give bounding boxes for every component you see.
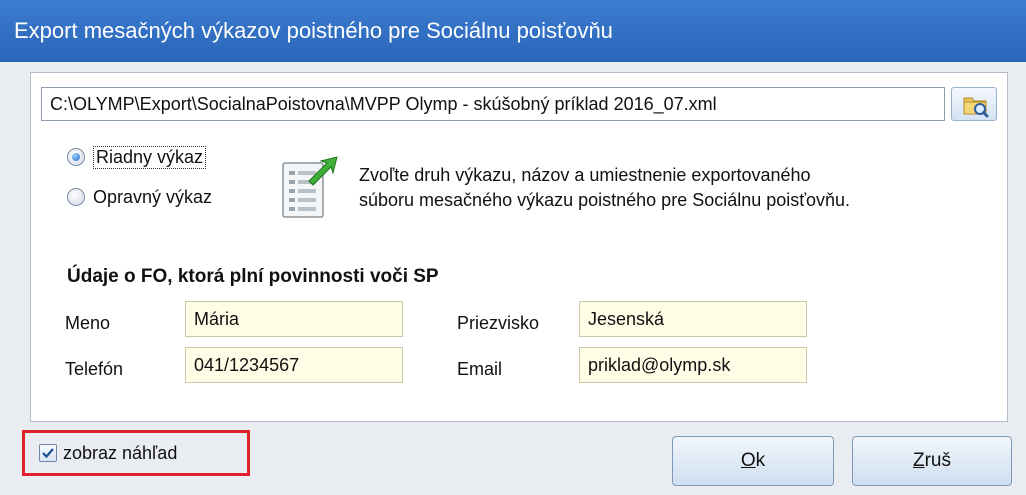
- email-label: Email: [457, 359, 503, 379]
- surname-input[interactable]: Jesenská: [579, 301, 807, 337]
- preview-checkbox[interactable]: [39, 444, 57, 462]
- surname-label: Priezvisko: [457, 313, 540, 333]
- export-dialog: Export mesačných výkazov poistného pre S…: [0, 0, 1026, 495]
- cancel-label-rest: ruš: [924, 450, 951, 471]
- cancel-button[interactable]: Zruš: [852, 436, 1012, 486]
- person-section-title: Údaje o FO, ktorá plní povinnosti voči S…: [67, 266, 439, 287]
- preview-checkbox-highlight: zobraz náhľad: [22, 430, 250, 476]
- info-line-1: Zvoľte druh výkazu, názov a umiestnenie …: [359, 165, 811, 185]
- file-path-input[interactable]: C:\OLYMP\Export\SocialnaPoistovna\MVPP O…: [41, 87, 945, 121]
- name-input[interactable]: Mária: [185, 301, 403, 337]
- form-panel: C:\OLYMP\Export\SocialnaPoistovna\MVPP O…: [30, 72, 1008, 422]
- cancel-mnemonic: Z: [912, 450, 925, 471]
- ok-label-rest: k: [755, 450, 766, 471]
- dialog-body: C:\OLYMP\Export\SocialnaPoistovna\MVPP O…: [0, 62, 1026, 495]
- radio-correction-label: Opravný výkaz: [93, 186, 213, 207]
- browse-button[interactable]: [951, 87, 997, 121]
- checkmark-icon: [42, 448, 54, 459]
- radio-regular-label: Riadny výkaz: [93, 145, 207, 169]
- phone-label: Telefón: [65, 359, 124, 379]
- ok-button[interactable]: Ok: [672, 436, 834, 486]
- document-export-icon: [282, 156, 338, 218]
- radio-regular-report[interactable]: Riadny výkaz: [67, 143, 207, 171]
- preview-checkbox-label: zobraz náhľad: [63, 442, 178, 463]
- name-label: Meno: [65, 313, 111, 333]
- radio-correction-report[interactable]: Opravný výkaz: [67, 183, 212, 211]
- email-input[interactable]: priklad@olymp.sk: [579, 347, 807, 383]
- radio-button-checked-icon[interactable]: [67, 148, 85, 166]
- phone-input[interactable]: 041/1234567: [185, 347, 403, 383]
- radio-button-icon[interactable]: [67, 188, 85, 206]
- window-title: Export mesačných výkazov poistného pre S…: [0, 0, 1026, 62]
- info-text: Zvoľte druh výkazu, názov a umiestnenie …: [359, 163, 979, 213]
- info-line-2: súboru mesačného výkazu poistného pre So…: [359, 190, 851, 210]
- ok-mnemonic: O: [740, 450, 756, 471]
- folder-search-icon: [963, 97, 989, 118]
